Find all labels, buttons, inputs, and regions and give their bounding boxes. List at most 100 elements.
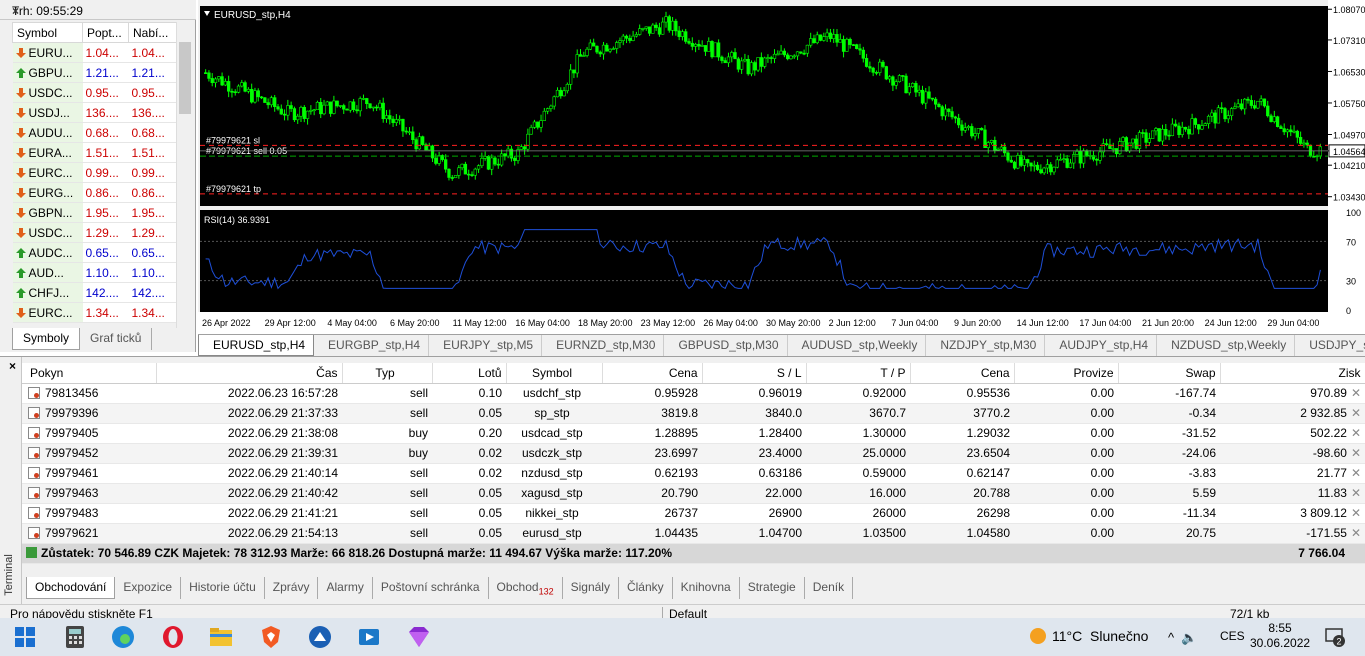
- scrollbar-thumb[interactable]: [179, 42, 191, 114]
- terminal-tab[interactable]: Deník: [805, 577, 854, 599]
- close-order-icon[interactable]: ✕: [1347, 426, 1361, 440]
- close-order-icon[interactable]: ✕: [1347, 486, 1361, 500]
- order-row[interactable]: 79979621 2022.06.29 21:54:13 sell 0.05 eurus…: [22, 523, 1365, 544]
- app-icon[interactable]: [307, 624, 333, 650]
- edge-icon[interactable]: [110, 624, 136, 650]
- market-watch-row[interactable]: EURG... 0.86... 0.86...: [12, 182, 177, 203]
- market-watch-row[interactable]: EURU... 1.04... 1.04...: [12, 42, 177, 63]
- close-order-icon[interactable]: ✕: [1347, 506, 1361, 520]
- order-row[interactable]: 79813456 2022.06.23 16:57:28 sell 0.10 usdch…: [22, 383, 1365, 404]
- opera-icon[interactable]: [160, 624, 186, 650]
- order-row[interactable]: 79979461 2022.06.29 21:40:14 sell 0.02 nzdus…: [22, 463, 1365, 484]
- chart-tab[interactable]: GBPUSD_stp,M30: [664, 335, 788, 356]
- market-watch-row[interactable]: EURC... 1.34... 1.34...: [12, 302, 177, 323]
- column-header[interactable]: Lotů: [432, 363, 507, 384]
- type-cell: sell: [342, 383, 432, 404]
- market-watch-row[interactable]: EURC... 0.99... 0.99...: [12, 162, 177, 183]
- chart-window[interactable]: 1.08070 1.07310 1.06530 1.05750 1.04970 1.045…: [198, 0, 1365, 356]
- column-header[interactable]: Swap: [1118, 363, 1221, 384]
- media-player-icon[interactable]: [356, 624, 382, 650]
- terminal-tab[interactable]: Zprávy: [265, 577, 319, 599]
- column-header-ask[interactable]: Nabí...: [128, 22, 177, 43]
- market-watch-row[interactable]: USDJ... 136.... 136....: [12, 102, 177, 123]
- order-row[interactable]: 79979463 2022.06.29 21:40:42 sell 0.05 xagus…: [22, 483, 1365, 504]
- terminal-tab[interactable]: Historie účtu: [181, 577, 265, 599]
- status-profile[interactable]: Default: [662, 607, 707, 618]
- market-watch-row[interactable]: GBPN... 1.95... 1.95...: [12, 202, 177, 223]
- close-icon[interactable]: ×: [12, 4, 19, 18]
- chart-tab[interactable]: NZDJPY_stp,M30: [926, 335, 1046, 356]
- order-row[interactable]: 79979405 2022.06.29 21:38:08 buy 0.20 usdcad…: [22, 423, 1365, 444]
- column-header-bid[interactable]: Popt...: [82, 22, 129, 43]
- market-watch-row[interactable]: GBPU... 1.21... 1.21...: [12, 62, 177, 83]
- close-order-icon[interactable]: ✕: [1347, 386, 1361, 400]
- column-header[interactable]: Pokyn: [22, 363, 157, 384]
- candle-body: [1305, 142, 1309, 146]
- close-icon[interactable]: ×: [9, 359, 16, 373]
- close-order-icon[interactable]: ✕: [1347, 526, 1361, 540]
- chart-tab[interactable]: USDJPY_stp,H1: [1295, 335, 1365, 356]
- column-header[interactable]: Cena: [910, 363, 1015, 384]
- tab-tick-chart[interactable]: Graf ticků: [80, 328, 153, 350]
- calculator-icon[interactable]: [62, 624, 88, 650]
- market-watch-row[interactable]: USDC... 0.95... 0.95...: [12, 82, 177, 103]
- market-watch-row[interactable]: USDC... 1.29... 1.29...: [12, 222, 177, 243]
- candle-body: [723, 60, 727, 64]
- gem-icon[interactable]: [406, 624, 432, 650]
- market-watch-row[interactable]: AUD... 1.10... 1.10...: [12, 262, 177, 283]
- terminal-tab[interactable]: Obchod132: [489, 577, 563, 599]
- weather-widget[interactable]: 11°C Slunečno: [1030, 628, 1148, 644]
- terminal-tab[interactable]: Strategie: [740, 577, 805, 599]
- close-order-icon[interactable]: ✕: [1347, 446, 1361, 460]
- price-chart[interactable]: 1.08070 1.07310 1.06530 1.05750 1.04970 1.045…: [198, 0, 1365, 334]
- chart-tab[interactable]: EURNZD_stp,M30: [542, 335, 665, 356]
- column-header[interactable]: Čas: [156, 363, 343, 384]
- terminal-tab[interactable]: Poštovní schránka: [373, 577, 489, 599]
- close-order-icon[interactable]: ✕: [1347, 406, 1361, 420]
- order-row[interactable]: 79979483 2022.06.29 21:41:21 sell 0.05 nikke…: [22, 503, 1365, 524]
- notification-icon[interactable]: 2: [1324, 626, 1346, 648]
- start-icon[interactable]: [12, 624, 38, 650]
- brave-icon[interactable]: [258, 624, 284, 650]
- candle-body: [654, 24, 658, 28]
- terminal-tab[interactable]: Expozice: [115, 577, 182, 599]
- chart-tab[interactable]: AUDJPY_stp,H4: [1045, 335, 1158, 356]
- candle-body: [210, 78, 214, 84]
- column-header[interactable]: Cena: [602, 363, 703, 384]
- chart-tab[interactable]: EURGBP_stp,H4: [314, 335, 430, 356]
- tab-symbols[interactable]: Symboly: [12, 328, 81, 350]
- chart-tab[interactable]: EURUSD_stp,H4: [198, 335, 315, 356]
- language-indicator[interactable]: CES: [1220, 629, 1245, 643]
- candle-body: [526, 133, 530, 150]
- column-header[interactable]: Zisk: [1220, 363, 1365, 384]
- column-header[interactable]: S / L: [702, 363, 807, 384]
- column-header[interactable]: Typ: [342, 363, 433, 384]
- clock[interactable]: 8:55 30.06.2022: [1250, 621, 1310, 651]
- terminal-tab[interactable]: Signály: [563, 577, 619, 599]
- column-header-symbol[interactable]: Symbol: [12, 22, 83, 43]
- chevron-up-icon[interactable]: ^: [1168, 630, 1174, 645]
- chart-tab[interactable]: EURJPY_stp,M5: [429, 335, 543, 356]
- terminal-tab[interactable]: Alarmy: [318, 577, 373, 599]
- close-order-icon[interactable]: ✕: [1347, 466, 1361, 480]
- order-row[interactable]: 79979452 2022.06.29 21:39:31 buy 0.02 usdczk…: [22, 443, 1365, 464]
- market-watch-row[interactable]: AUDU... 0.68... 0.68...: [12, 122, 177, 143]
- file-explorer-icon[interactable]: [208, 624, 234, 650]
- market-watch-row[interactable]: AUDC... 0.65... 0.65...: [12, 242, 177, 263]
- candle-body: [328, 101, 333, 114]
- market-watch-row[interactable]: EURA... 1.51... 1.51...: [12, 142, 177, 163]
- terminal-tab[interactable]: Knihovna: [673, 577, 740, 599]
- chart-tab[interactable]: NZDUSD_stp,Weekly: [1157, 335, 1296, 356]
- terminal-tab[interactable]: Články: [619, 577, 673, 599]
- order-row[interactable]: 79979396 2022.06.29 21:37:33 sell 0.05 sp_st…: [22, 403, 1365, 424]
- column-header[interactable]: T / P: [806, 363, 911, 384]
- chart-tab[interactable]: AUDUSD_stp,Weekly: [788, 335, 927, 356]
- column-header[interactable]: Provize: [1014, 363, 1119, 384]
- system-tray[interactable]: ^ 🔈: [1168, 630, 1198, 646]
- column-header[interactable]: Symbol: [506, 363, 603, 384]
- market-watch-row[interactable]: CHFJ... 142.... 142....: [12, 282, 177, 303]
- market-watch-scrollbar[interactable]: [176, 22, 192, 328]
- terminal-tab[interactable]: Obchodování: [26, 577, 116, 599]
- speaker-icon[interactable]: 🔈: [1181, 630, 1197, 645]
- candle-body: [1187, 128, 1191, 135]
